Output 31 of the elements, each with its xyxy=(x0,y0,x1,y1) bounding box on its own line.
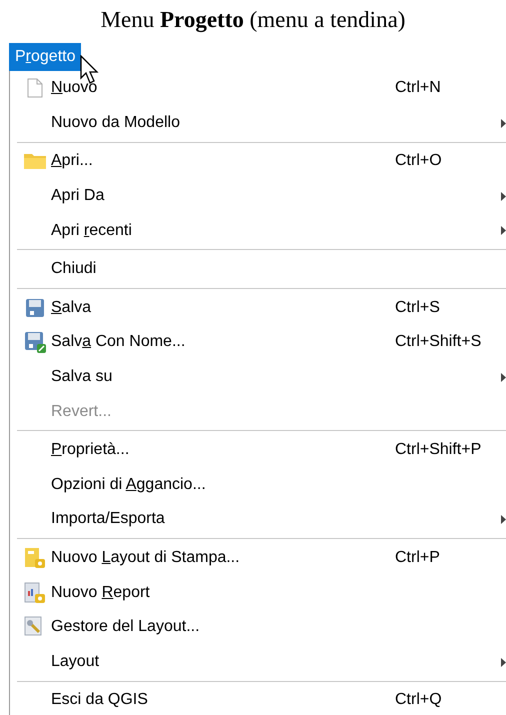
menu-item[interactable]: Salva Con Nome... xyxy=(51,330,395,354)
menu-item[interactable]: Gestore del Layout... xyxy=(51,615,395,640)
menu-item[interactable]: Nuovo Report xyxy=(51,580,395,605)
menu-item[interactable]: Apri... xyxy=(51,149,395,174)
menu-item[interactable]: Opzioni di Aggancio... xyxy=(51,472,395,497)
menu-title[interactable]: Progetto xyxy=(9,43,82,71)
layout-page-icon xyxy=(24,547,46,570)
menu-item[interactable]: Nuovo Layout di Stampa... xyxy=(51,546,395,570)
menu-item[interactable]: Nuovo da Modello xyxy=(51,110,395,135)
shortcut-text: Ctrl+Q xyxy=(395,690,442,710)
menu-item[interactable]: Apri recenti xyxy=(51,218,395,243)
menu-item[interactable]: Layout xyxy=(51,650,395,674)
folder-icon xyxy=(23,152,47,170)
shortcut-text: Ctrl+O xyxy=(395,151,442,172)
shortcut-text: Ctrl+Shift+S xyxy=(395,332,482,352)
menu-item[interactable]: Importa/Esporta xyxy=(51,507,395,532)
document-icon xyxy=(27,78,43,98)
menu-item[interactable]: Proprietà... xyxy=(51,438,395,462)
floppy-disk-pencil-icon xyxy=(24,331,46,354)
shortcut-text: Ctrl+Shift+P xyxy=(395,440,482,460)
menu-item[interactable]: Apri Da xyxy=(51,184,395,208)
menu-item[interactable]: Salva su xyxy=(51,365,395,390)
shortcut-text: Ctrl+N xyxy=(395,78,441,98)
report-page-icon xyxy=(24,582,46,604)
menu-item[interactable]: Esci da QGIS xyxy=(51,688,395,712)
menu-item[interactable]: Nuovo xyxy=(51,76,395,100)
shortcut-text: Ctrl+P xyxy=(395,548,440,568)
menu-item[interactable]: Chiudi xyxy=(51,257,395,282)
caption: Menu Progetto (menu a tendina) xyxy=(100,6,406,34)
menu-item[interactable]: Salva xyxy=(51,296,395,320)
shortcut-text: Ctrl+S xyxy=(395,298,440,318)
